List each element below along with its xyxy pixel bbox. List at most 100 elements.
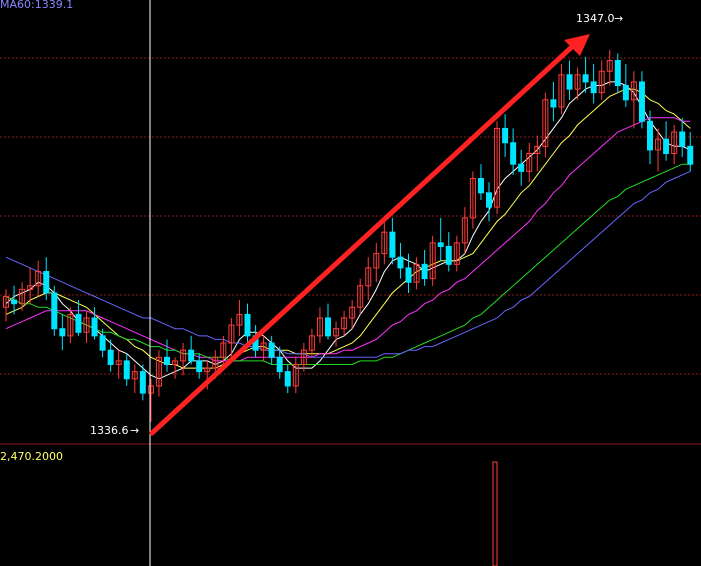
candle-body xyxy=(397,256,404,269)
candle-body xyxy=(268,342,275,358)
candle-4 xyxy=(35,260,42,297)
candle-43 xyxy=(349,300,356,329)
candle-body xyxy=(284,371,291,387)
candle-body xyxy=(421,263,428,280)
candle-body xyxy=(405,267,412,283)
candle-63 xyxy=(510,128,517,175)
candle-60 xyxy=(486,182,492,222)
candle-body xyxy=(518,163,525,172)
candle-23 xyxy=(188,335,195,365)
candle-body xyxy=(638,81,645,122)
candle-body xyxy=(325,317,331,337)
volume-bar xyxy=(492,461,498,566)
candle-body xyxy=(59,328,66,337)
candle-42 xyxy=(341,310,348,336)
candle-body xyxy=(91,317,98,337)
candle-body xyxy=(582,74,589,83)
high-price-annotation: 1347.0 → xyxy=(576,12,623,25)
candle-body xyxy=(11,299,18,305)
candle-44 xyxy=(357,278,364,315)
ma-line-3 xyxy=(5,163,691,365)
ma60-indicator-label: MA60:1339.1 xyxy=(0,0,73,11)
candle-body xyxy=(276,356,283,373)
candle-83 xyxy=(671,124,678,165)
candle-body xyxy=(647,120,653,151)
candle-85 xyxy=(687,132,694,172)
candle-body xyxy=(164,356,170,365)
candle-78 xyxy=(630,71,637,129)
candle-body xyxy=(663,138,670,154)
low-price-label: 1336.6 xyxy=(90,424,129,437)
candle-2 xyxy=(19,282,26,311)
ma-line-1 xyxy=(5,88,691,369)
candle-56 xyxy=(453,235,460,272)
candle-7 xyxy=(59,314,66,351)
candle-61 xyxy=(494,121,501,215)
high-price-arrow-marker: → xyxy=(614,12,623,25)
candle-body xyxy=(679,131,686,147)
candle-body xyxy=(614,59,621,87)
candle-66 xyxy=(534,135,541,172)
candle-body xyxy=(51,292,58,330)
candle-body xyxy=(43,270,50,294)
moving-average-lines xyxy=(5,81,691,380)
candles xyxy=(3,49,694,422)
candle-79 xyxy=(638,71,645,129)
candle-29 xyxy=(236,300,243,336)
candle-6 xyxy=(51,285,58,336)
candle-12 xyxy=(99,328,106,358)
candle-68 xyxy=(550,81,557,122)
candle-0 xyxy=(3,289,9,322)
high-price-label: 1347.0 xyxy=(576,12,615,25)
candle-33 xyxy=(268,335,275,365)
candle-21 xyxy=(172,357,179,379)
candle-69 xyxy=(558,64,565,115)
volume-indicator-label: 2,470.2000 xyxy=(0,450,63,463)
candle-49 xyxy=(397,242,404,279)
candle-53 xyxy=(429,235,436,286)
candle-55 xyxy=(445,232,452,272)
candle-52 xyxy=(421,250,428,286)
candle-19 xyxy=(155,350,162,397)
candle-46 xyxy=(373,242,380,283)
candle-35 xyxy=(284,364,291,394)
candle-body xyxy=(75,313,82,333)
price-grid xyxy=(0,57,701,375)
candle-40 xyxy=(325,303,331,340)
candle-body xyxy=(622,85,629,101)
candle-body xyxy=(502,127,509,144)
candlestick-chart: MA60:1339.1 2,470.2000 1336.6 → 1347.0 → xyxy=(0,0,701,566)
candle-18 xyxy=(147,378,154,422)
candle-58 xyxy=(469,171,476,229)
candle-10 xyxy=(83,310,90,344)
candle-20 xyxy=(164,339,170,372)
candle-67 xyxy=(542,92,549,158)
candle-38 xyxy=(308,328,315,358)
candle-70 xyxy=(566,60,573,100)
candle-59 xyxy=(477,164,484,200)
candle-body xyxy=(196,360,203,373)
candle-body xyxy=(477,178,484,194)
candle-3 xyxy=(27,267,34,304)
candle-body xyxy=(566,74,573,90)
candle-body xyxy=(687,145,694,165)
candle-84 xyxy=(679,117,686,158)
candle-16 xyxy=(131,364,138,394)
ma-line-4 xyxy=(5,170,691,358)
low-price-arrow-marker: → xyxy=(130,424,139,437)
ma-line-0 xyxy=(5,81,691,380)
candle-48 xyxy=(389,217,396,265)
candle-body xyxy=(590,81,597,94)
candle-body xyxy=(188,349,195,362)
candle-9 xyxy=(75,300,82,336)
candle-74 xyxy=(598,60,605,100)
candle-41 xyxy=(333,321,340,347)
uptrend-arrow xyxy=(149,41,578,436)
candle-75 xyxy=(606,49,613,86)
candle-72 xyxy=(582,56,589,93)
candle-45 xyxy=(365,257,372,301)
low-price-annotation: 1336.6 → xyxy=(90,424,139,437)
candle-22 xyxy=(180,343,187,376)
candle-body xyxy=(445,245,452,265)
candle-body xyxy=(389,231,396,258)
